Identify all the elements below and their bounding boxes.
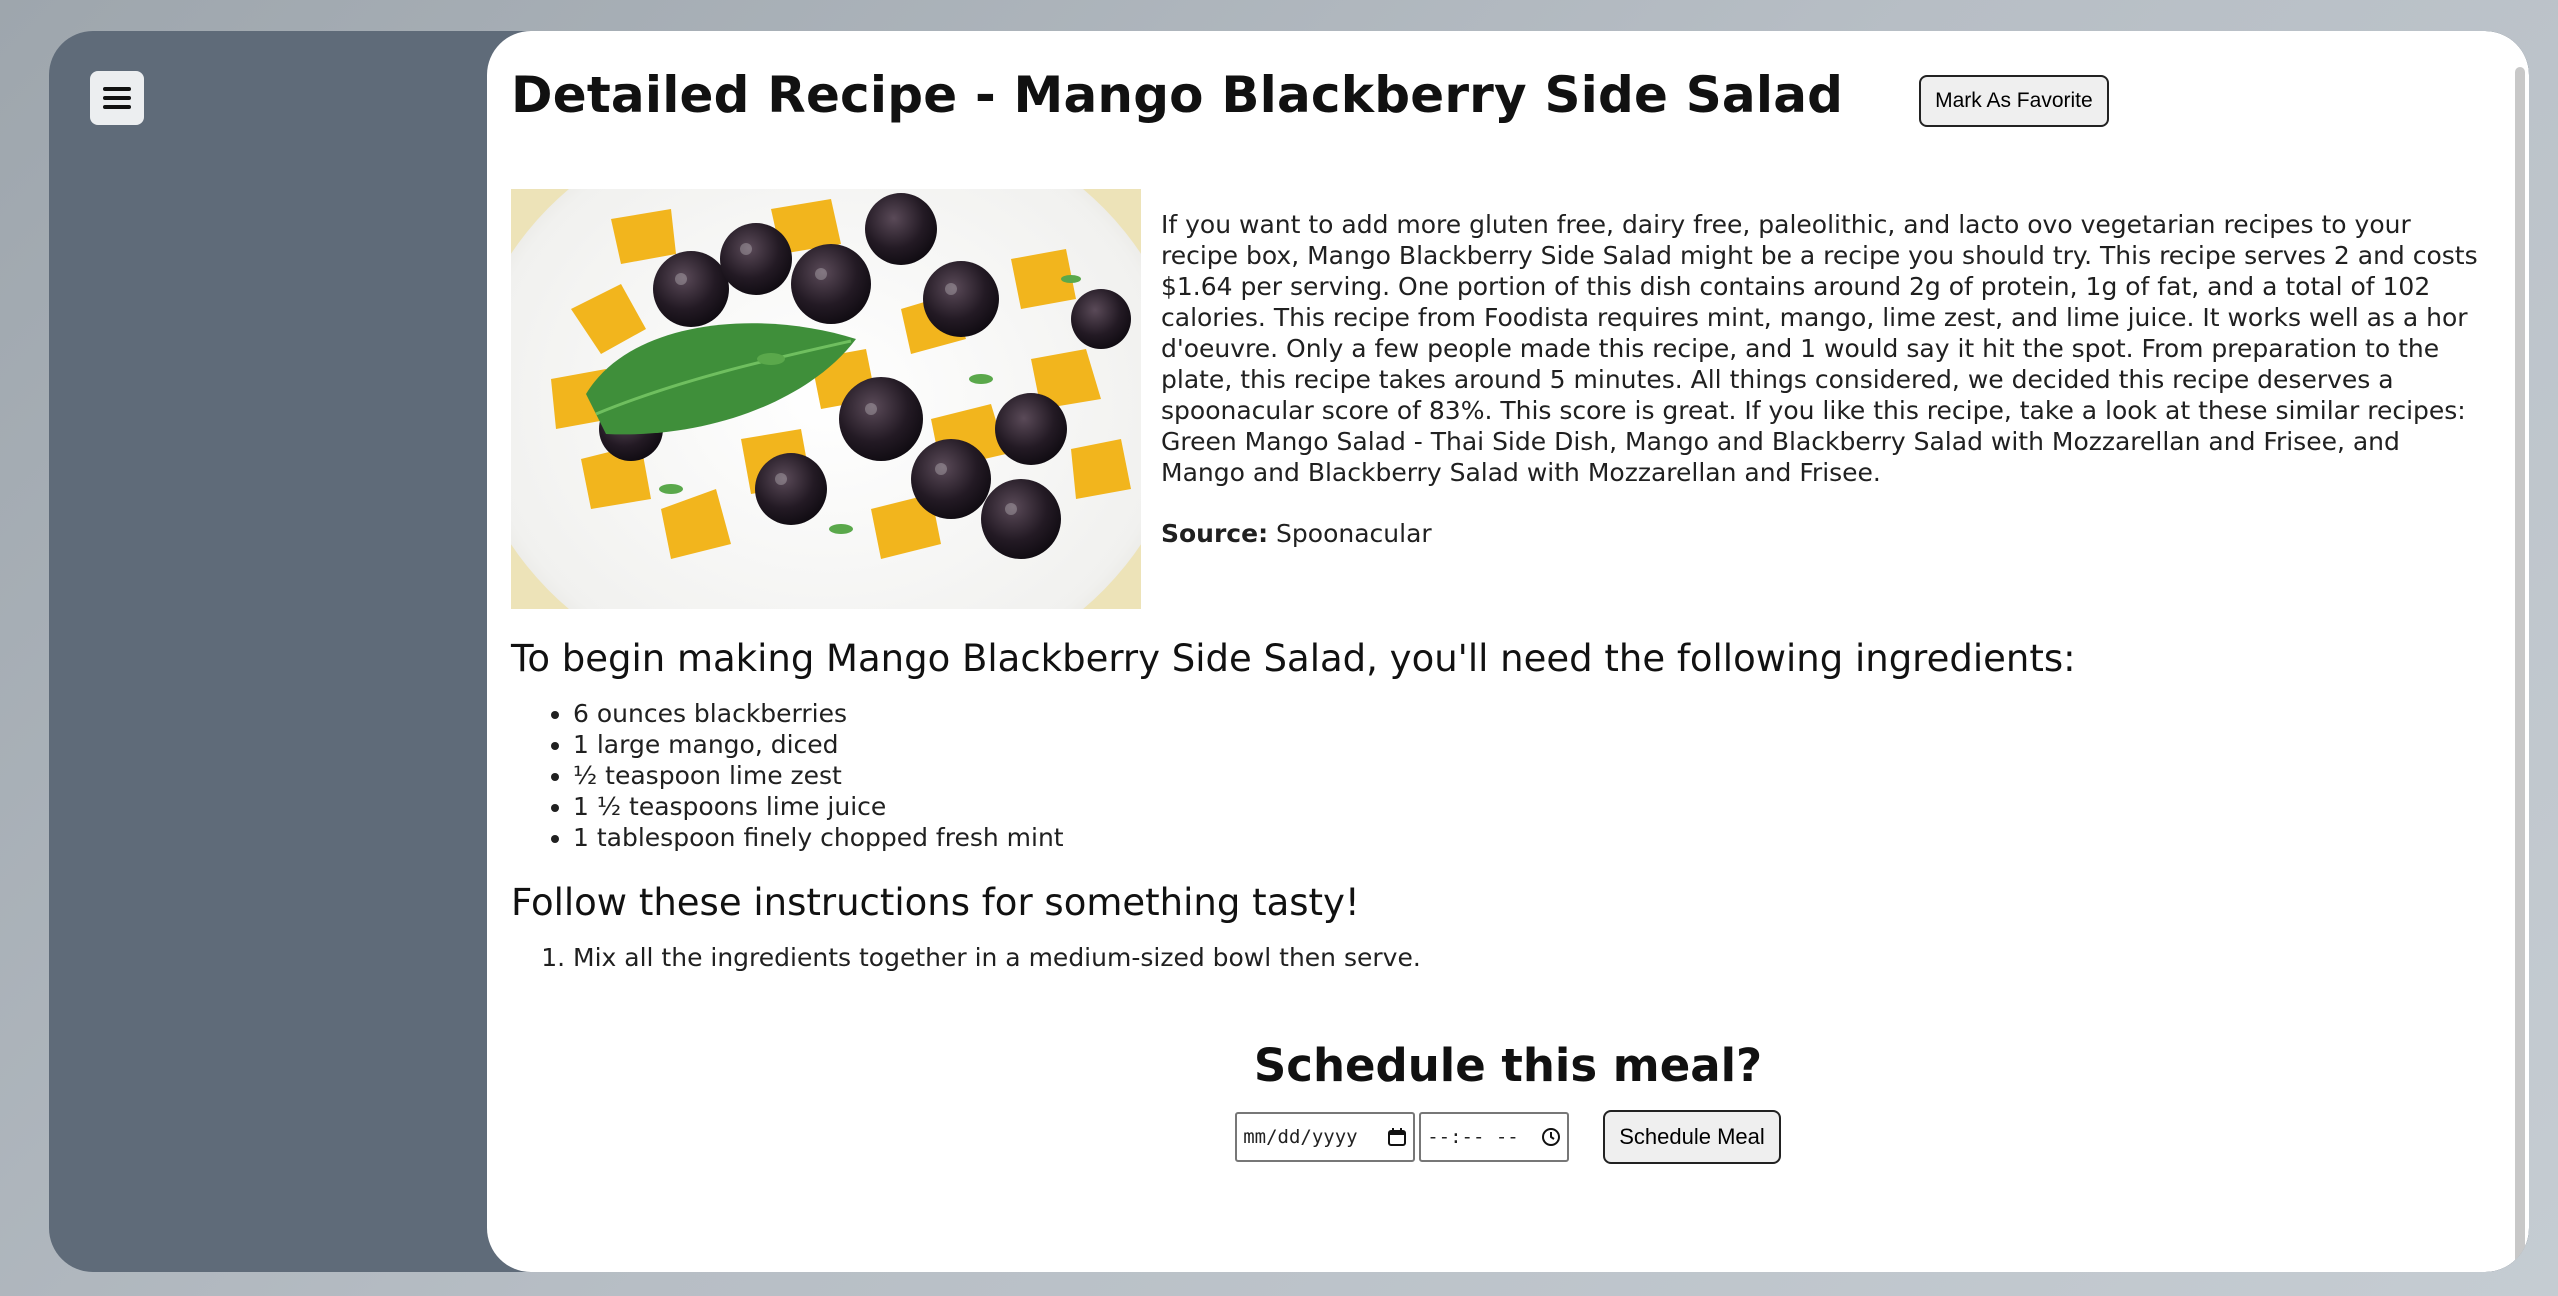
schedule-heading: Schedule this meal? <box>1253 1039 1763 1092</box>
recipe-detail: Detailed Recipe - Mango Blackberry Side … <box>511 55 2501 973</box>
source-label: Source: <box>1161 519 1269 548</box>
main-content-panel: Detailed Recipe - Mango Blackberry Side … <box>487 31 2529 1272</box>
clock-icon[interactable] <box>1541 1127 1561 1147</box>
mark-favorite-button[interactable]: Mark As Favorite <box>1919 75 2109 127</box>
instruction-step: Mix all the ingredients together in a me… <box>573 942 2501 973</box>
source-value: Spoonacular <box>1276 519 1432 548</box>
summary-paragraph: If you want to add more gluten free, dai… <box>1161 210 2478 487</box>
date-placeholder: mm/dd/yyyy <box>1243 1126 1358 1148</box>
date-input[interactable]: mm/dd/yyyy <box>1235 1112 1416 1162</box>
ingredient-item: 1 ½ teaspoons lime juice <box>573 791 2501 822</box>
ingredient-item: 1 large mango, diced <box>573 729 2501 760</box>
ingredient-item: 6 ounces blackberries <box>573 698 2501 729</box>
instructions-heading: Follow these instructions for something … <box>511 881 1360 924</box>
ingredients-list: 6 ounces blackberries 1 large mango, dic… <box>511 698 2501 853</box>
schedule-controls: mm/dd/yyyy --:-- -- Schedule Meal <box>487 1110 2529 1164</box>
source-line: Source: Spoonacular <box>1161 518 2491 549</box>
time-placeholder: --:-- -- <box>1427 1126 1519 1148</box>
menu-button[interactable] <box>90 71 144 125</box>
ingredient-item: ½ teaspoon lime zest <box>573 760 2501 791</box>
hamburger-menu-icon <box>103 87 131 109</box>
recipe-summary: If you want to add more gluten free, dai… <box>1161 189 2491 609</box>
page-title: Detailed Recipe - Mango Blackberry Side … <box>511 66 1844 124</box>
ingredients-heading: To begin making Mango Blackberry Side Sa… <box>511 637 2076 680</box>
ingredient-item: 1 tablespoon finely chopped fresh mint <box>573 822 2501 853</box>
schedule-meal-button[interactable]: Schedule Meal <box>1603 1110 1781 1164</box>
title-row: Detailed Recipe - Mango Blackberry Side … <box>511 55 2501 135</box>
scrollbar[interactable] <box>2515 67 2525 1272</box>
time-input[interactable]: --:-- -- <box>1419 1112 1570 1162</box>
instructions-list: Mix all the ingredients together in a me… <box>511 942 2501 973</box>
recipe-image <box>511 189 1141 609</box>
schedule-section: Schedule this meal? mm/dd/yyyy --:-- -- <box>487 1039 2529 1164</box>
summary-row: If you want to add more gluten free, dai… <box>511 189 2501 609</box>
app-frame: Detailed Recipe - Mango Blackberry Side … <box>49 31 2529 1272</box>
calendar-icon[interactable] <box>1387 1127 1407 1147</box>
